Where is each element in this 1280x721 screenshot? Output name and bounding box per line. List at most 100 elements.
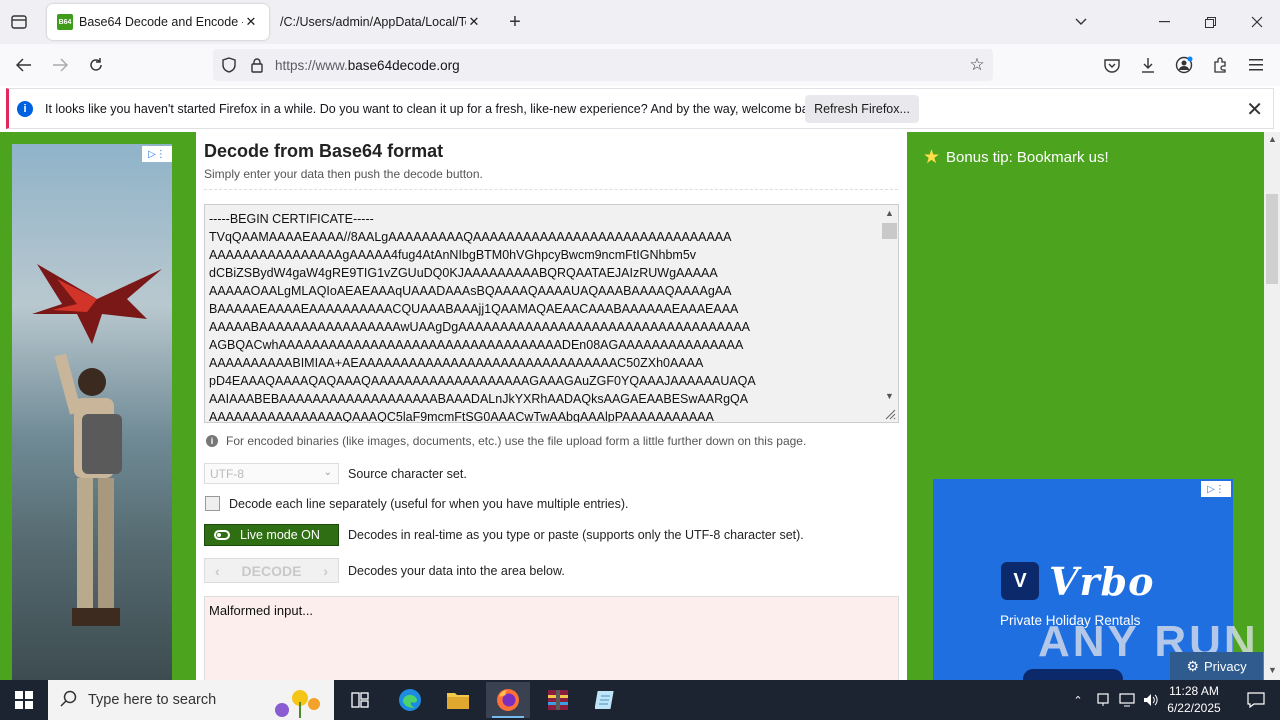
windows-taskbar: Type here to search ⌃ 11:28 AM 6/22/2025 bbox=[0, 680, 1280, 720]
textarea-scrollbar[interactable]: ▲ ▼ bbox=[881, 205, 898, 422]
decode-description: Decodes your data into the area below. bbox=[348, 563, 565, 578]
left-sidebar: ▷⋮ bbox=[0, 132, 196, 680]
edge-browser-icon[interactable] bbox=[390, 684, 430, 716]
tracking-protection-shield-icon[interactable] bbox=[221, 57, 237, 73]
scroll-down-arrow-icon[interactable]: ▼ bbox=[1268, 665, 1277, 675]
restore-icon[interactable] bbox=[1199, 12, 1221, 32]
show-hidden-icons-chevron-icon[interactable]: ⌃ bbox=[1068, 684, 1088, 716]
charset-select[interactable]: UTF-8 ⌄ bbox=[204, 463, 339, 484]
input-line: AGBQACwhAAAAAAAAAAAAAAAAAAAAAAAAAAAAAAAA… bbox=[209, 338, 744, 352]
task-view-icon[interactable] bbox=[340, 684, 380, 716]
ad-cta-button[interactable] bbox=[1023, 669, 1123, 680]
decoded-output-textarea[interactable]: Malformed input... bbox=[204, 596, 899, 680]
close-tab-icon[interactable]: ✕ bbox=[466, 14, 482, 30]
bonus-tip-text: Bonus tip: Bookmark us! bbox=[946, 149, 1109, 166]
tab-overflow-chevron-icon[interactable] bbox=[1070, 12, 1092, 32]
volume-icon[interactable] bbox=[1140, 684, 1162, 716]
page-subtitle: Simply enter your data then push the dec… bbox=[204, 167, 483, 181]
bonus-tip: ★ Bonus tip: Bookmark us! bbox=[923, 146, 1109, 169]
account-icon[interactable] bbox=[1173, 54, 1195, 76]
chevron-down-icon: ⌄ bbox=[323, 467, 332, 478]
info-icon: i bbox=[206, 435, 218, 447]
chevron-left-icon: ‹ bbox=[215, 562, 220, 579]
adchoices-icon[interactable]: ▷⋮ bbox=[142, 146, 172, 162]
star-icon: ★ bbox=[923, 147, 941, 168]
vrbo-logo-icon: V bbox=[1001, 562, 1039, 600]
tab-title: Base64 Decode and Encode - O bbox=[79, 15, 243, 29]
main-content: Decode from Base64 format Simply enter y… bbox=[196, 132, 907, 680]
vrbo-brand: Vrbo bbox=[1049, 559, 1155, 604]
reload-icon[interactable] bbox=[85, 54, 107, 76]
lock-icon[interactable] bbox=[249, 57, 265, 73]
close-window-icon[interactable] bbox=[1246, 12, 1268, 32]
base64-favicon-icon: B64 bbox=[57, 14, 73, 30]
input-line: AAAAAAAAAAAAAAAAQAAAQC5laF9mcmFtSG0AAACw… bbox=[209, 410, 714, 423]
firefox-refresh-notification: i It looks like you haven't started Fire… bbox=[6, 88, 1274, 129]
close-notification-icon[interactable]: ✕ bbox=[1246, 97, 1263, 122]
clock-time: 11:28 AM bbox=[1169, 684, 1219, 698]
back-icon[interactable] bbox=[13, 54, 35, 76]
resize-grip-icon[interactable] bbox=[884, 408, 896, 420]
network-device-icon[interactable] bbox=[1092, 684, 1114, 716]
scroll-down-arrow-icon[interactable]: ▼ bbox=[885, 391, 894, 401]
search-icon bbox=[60, 690, 78, 711]
scrollbar-thumb[interactable] bbox=[1266, 194, 1278, 284]
decode-button[interactable]: ‹ DECODE › bbox=[204, 558, 339, 583]
note-text: For encoded binaries (like images, docum… bbox=[226, 434, 807, 448]
charset-value: UTF-8 bbox=[210, 466, 244, 481]
decode-lines-label[interactable]: Decode each line separately (useful for … bbox=[229, 497, 629, 511]
gear-icon: ⚙ bbox=[1186, 657, 1199, 674]
privacy-label: Privacy bbox=[1203, 658, 1247, 674]
close-tab-icon[interactable]: ✕ bbox=[243, 14, 259, 30]
input-line: AAAAAOAALgMLAQIoAEAEAAAqUAAADAAAsBQAAAAQ… bbox=[209, 284, 732, 298]
extensions-icon[interactable] bbox=[1209, 54, 1231, 76]
tab-base64[interactable]: B64 Base64 Decode and Encode - O ✕ bbox=[47, 4, 269, 40]
pocket-icon[interactable] bbox=[1101, 54, 1123, 76]
taskbar-search-box[interactable]: Type here to search bbox=[48, 680, 334, 720]
notepad-icon[interactable] bbox=[586, 684, 626, 716]
notifications-icon[interactable] bbox=[1236, 684, 1276, 716]
output-text: Malformed input... bbox=[209, 603, 314, 618]
right-sidebar: ★ Bonus tip: Bookmark us! ▷⋮ V Vrbo Priv… bbox=[907, 132, 1264, 680]
input-line: BAAAAAEAAAAEAAAAAAAAAACQUAAABAAAjj1QAAMA… bbox=[209, 302, 739, 316]
network-icon[interactable] bbox=[1116, 684, 1138, 716]
bookmark-star-icon[interactable]: ☆ bbox=[969, 55, 985, 74]
new-tab-icon[interactable]: + bbox=[504, 11, 526, 33]
navigation-toolbar: https://www.base64decode.org ☆ bbox=[0, 44, 1280, 86]
live-mode-row: Live mode ON Decodes in real-time as you… bbox=[204, 524, 804, 546]
adchoices-icon[interactable]: ▷⋮ bbox=[1201, 481, 1231, 497]
address-bar[interactable]: https://www.base64decode.org ☆ bbox=[213, 49, 993, 81]
file-explorer-icon[interactable] bbox=[438, 684, 478, 716]
charset-row: UTF-8 ⌄ Source character set. bbox=[204, 463, 467, 484]
winrar-icon[interactable] bbox=[538, 684, 578, 716]
system-clock[interactable]: 11:28 AM 6/22/2025 bbox=[1163, 683, 1225, 717]
encoded-binaries-note: i For encoded binaries (like images, doc… bbox=[206, 434, 806, 448]
charset-label: Source character set. bbox=[348, 466, 467, 481]
downloads-icon[interactable] bbox=[1137, 54, 1159, 76]
flowers-decoration-icon bbox=[268, 684, 328, 718]
privacy-button[interactable]: ⚙ Privacy bbox=[1170, 652, 1263, 680]
tab-local-file[interactable]: /C:/Users/admin/AppData/Local/Ter ✕ bbox=[272, 4, 490, 40]
tab-strip: B64 Base64 Decode and Encode - O ✕ /C:/U… bbox=[0, 0, 1280, 44]
start-windows-icon[interactable] bbox=[4, 684, 44, 716]
game-ad-image[interactable]: ▷⋮ bbox=[12, 144, 172, 680]
tab-title: /C:/Users/admin/AppData/Local/Ter bbox=[280, 15, 466, 29]
notification-message: It looks like you haven't started Firefo… bbox=[45, 101, 825, 116]
scroll-up-arrow-icon[interactable]: ▲ bbox=[1268, 134, 1277, 144]
forward-icon[interactable] bbox=[49, 54, 71, 76]
page-scrollbar[interactable]: ▲ ▼ bbox=[1264, 132, 1280, 680]
firefox-taskbar-icon[interactable] bbox=[486, 682, 530, 718]
minimize-icon[interactable] bbox=[1153, 12, 1175, 32]
refresh-firefox-button[interactable]: Refresh Firefox... bbox=[805, 95, 919, 123]
scrollbar-thumb[interactable] bbox=[882, 223, 897, 239]
scroll-up-arrow-icon[interactable]: ▲ bbox=[885, 208, 894, 218]
menu-hamburger-icon[interactable] bbox=[1245, 54, 1267, 76]
decode-lines-checkbox[interactable] bbox=[205, 496, 220, 511]
live-mode-toggle[interactable]: Live mode ON bbox=[204, 524, 339, 546]
web-page: ▷⋮ Decode from Base64 format Simply ente… bbox=[0, 132, 1264, 680]
input-line: dCBiZSBydW4gaW4gRE9TIG1vZGUuDQ0KJAAAAAAA… bbox=[209, 266, 718, 280]
base64-input-textarea[interactable]: -----BEGIN CERTIFICATE----- TVqQAAMAAAAEA… bbox=[204, 204, 899, 423]
input-line: AAIAAABEBAAAAAAAAAAAAAAAAAAABAAADALnJkYX… bbox=[209, 392, 749, 406]
decode-lines-row: Decode each line separately (useful for … bbox=[204, 496, 629, 511]
tab-list-icon[interactable] bbox=[8, 12, 30, 32]
